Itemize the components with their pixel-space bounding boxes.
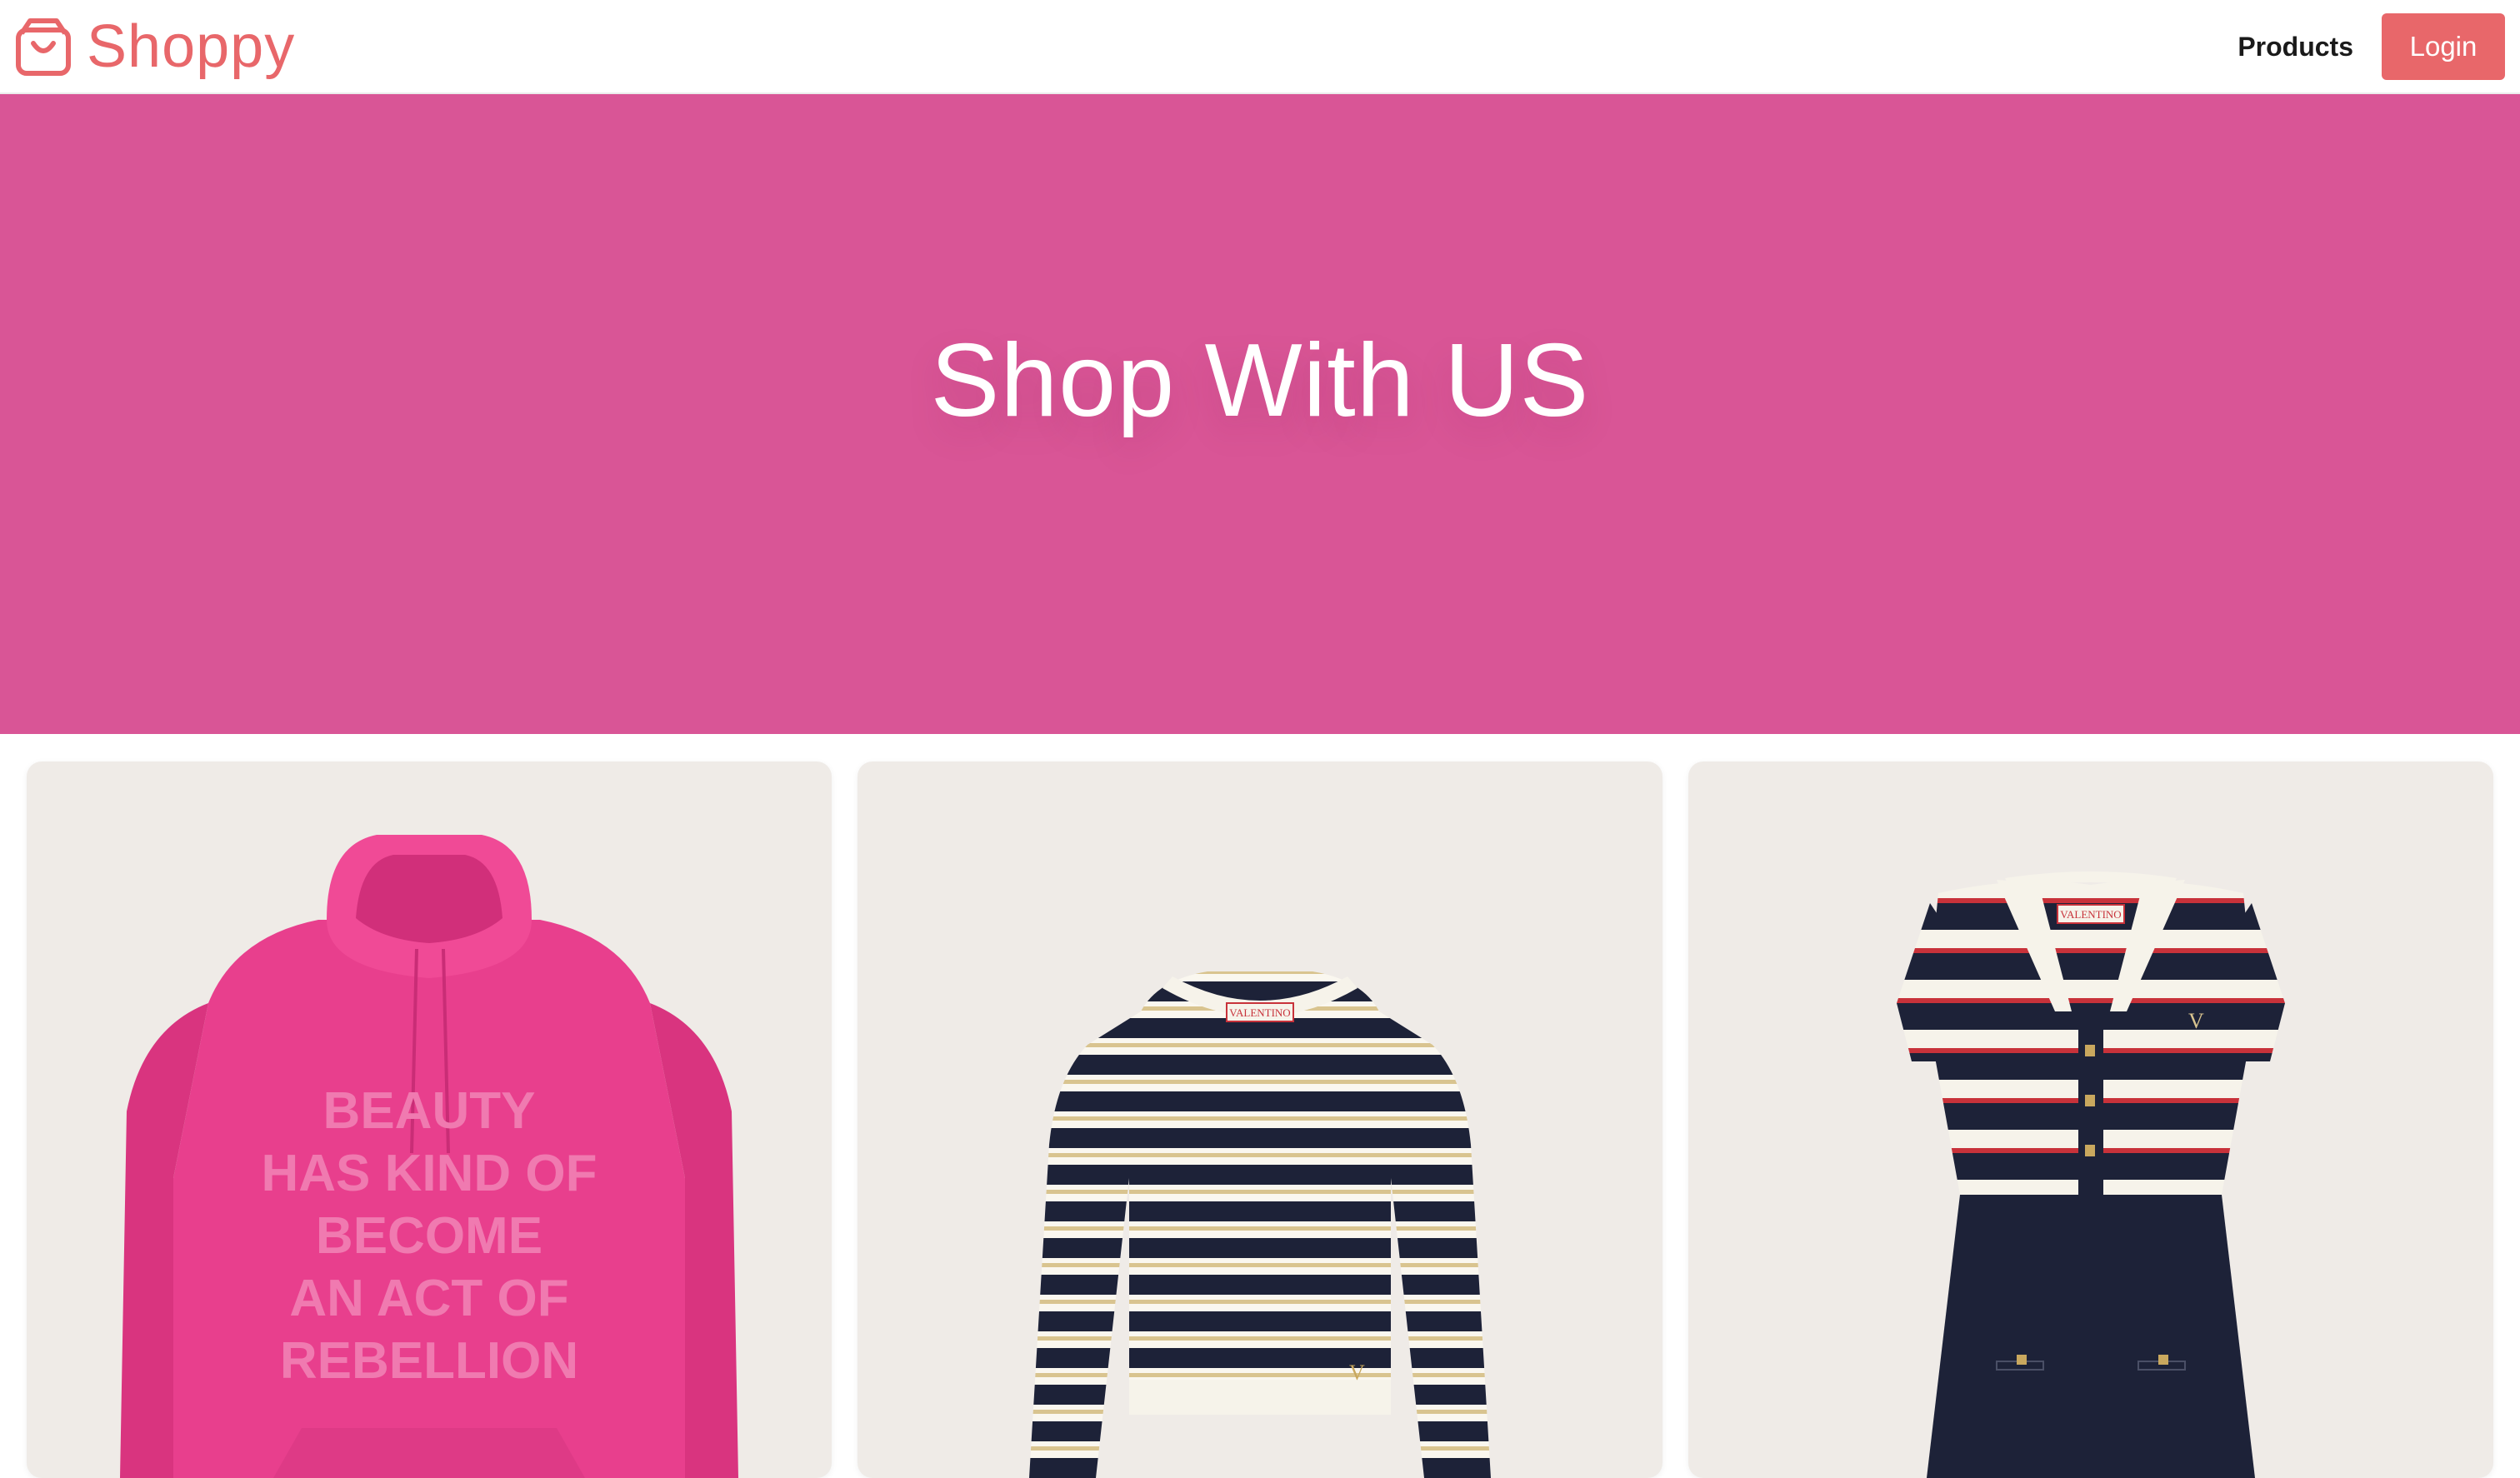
sweater-brand-label: VALENTINO xyxy=(1229,1006,1290,1019)
hoodie-print-line: BEAUTY xyxy=(323,1082,536,1140)
striped-dress-image: VALENTINO V xyxy=(1897,871,2285,1478)
striped-sweater-image: VALENTINO V xyxy=(1029,971,1491,1478)
product-grid: BEAUTY HAS KIND OF BECOME AN ACT OF REBE… xyxy=(27,761,2493,1478)
product-card[interactable]: VALENTINO V xyxy=(1688,761,2493,1478)
svg-text:V: V xyxy=(2188,1009,2204,1033)
hoodie-print-line: REBELLION xyxy=(280,1332,578,1390)
shopping-bag-icon xyxy=(16,18,71,76)
hoodie-print-line: BECOME xyxy=(316,1207,542,1265)
top-navbar: Shoppy Products Login xyxy=(0,0,2520,94)
brand-name: Shoppy xyxy=(87,13,296,80)
hero-title: Shop With US xyxy=(930,323,1590,438)
brand-logo-link[interactable]: Shoppy xyxy=(15,13,295,80)
product-card[interactable]: BEAUTY HAS KIND OF BECOME AN ACT OF REBE… xyxy=(27,761,832,1478)
nav-products-link[interactable]: Products xyxy=(2238,32,2353,62)
main-nav: Products Login xyxy=(2238,13,2505,80)
dress-brand-label: VALENTINO xyxy=(2060,908,2121,921)
product-card[interactable]: VALENTINO V xyxy=(858,761,1662,1478)
pink-hoodie-image: BEAUTY HAS KIND OF BECOME AN ACT OF REBE… xyxy=(120,835,738,1478)
hoodie-print-line: AN ACT OF xyxy=(289,1270,568,1327)
hoodie-print-line: HAS KIND OF xyxy=(262,1145,598,1202)
hero-banner: Shop With US xyxy=(0,94,2520,734)
svg-text:V: V xyxy=(1349,1361,1365,1385)
login-button[interactable]: Login xyxy=(2382,13,2505,80)
